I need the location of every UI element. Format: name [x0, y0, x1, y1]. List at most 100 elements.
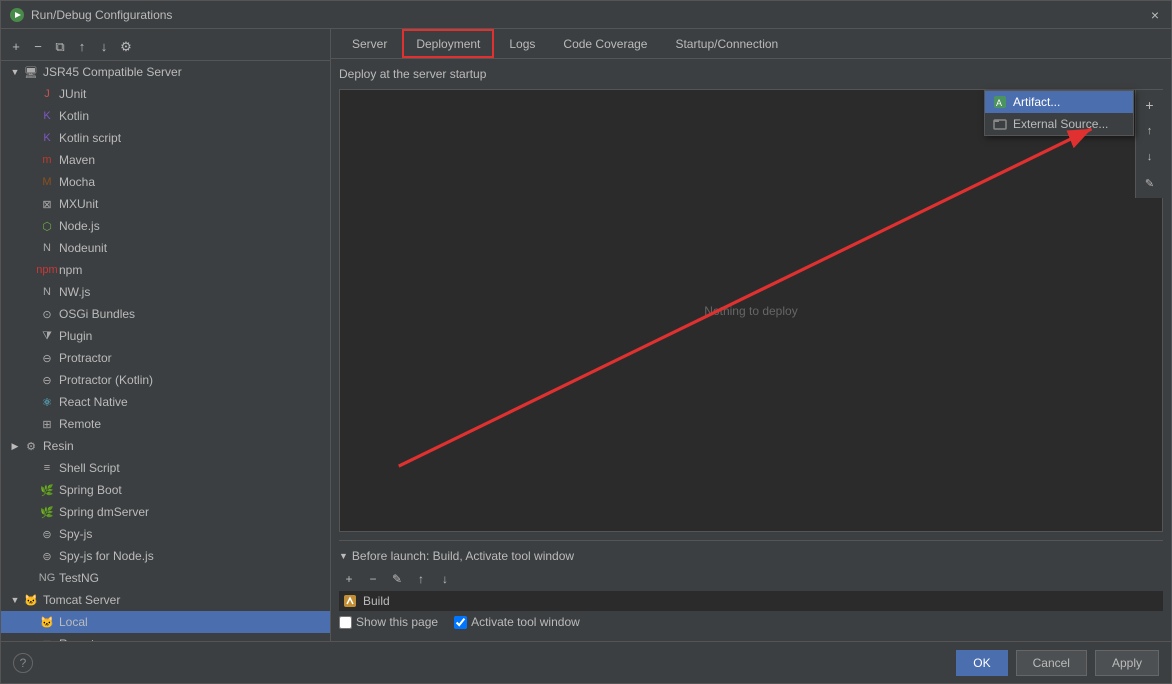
sidebar-item-kotlin-script[interactable]: KKotlin script [1, 127, 330, 149]
run-debug-icon [9, 7, 25, 23]
dialog-title: Run/Debug Configurations [31, 8, 172, 22]
sidebar-item-tomcat-server[interactable]: 🐱 Tomcat Server [1, 589, 330, 611]
before-launch-toggle[interactable]: ▼ [339, 551, 348, 561]
build-icon [343, 594, 357, 608]
sidebar: + − ⧉ ↑ ↓ ⚙ 🖥 JSR45 Compatible Server JJUn… [1, 29, 331, 641]
bl-up-button[interactable]: ↑ [411, 569, 431, 589]
item-icon-spring-dm: 🌿 [39, 504, 55, 520]
show-page-checkbox[interactable] [339, 616, 352, 629]
bl-add-button[interactable]: + [339, 569, 359, 589]
item-icon-protractor-kt: ⊖ [39, 372, 55, 388]
activate-window-checkbox[interactable] [454, 616, 467, 629]
sidebar-item-nodejs[interactable]: ⬡Node.js [1, 215, 330, 237]
deploy-add-button[interactable]: + [1139, 94, 1161, 116]
sidebar-item-maven[interactable]: mMaven [1, 149, 330, 171]
artifact-icon: A [993, 95, 1007, 109]
item-label-jsr45: JSR45 Compatible Server [43, 65, 182, 79]
item-label-tomcat-server: Tomcat Server [43, 593, 120, 607]
item-icon-react-native: ⚛ [39, 394, 55, 410]
sidebar-item-mxunit[interactable]: ⊠MXUnit [1, 193, 330, 215]
item-icon-local: 🐱 [39, 614, 55, 630]
sidebar-item-testng[interactable]: NGTestNG [1, 567, 330, 589]
copy-config-button[interactable]: ⧉ [51, 38, 69, 56]
sidebar-item-local[interactable]: 🐱Local [1, 611, 330, 633]
sidebar-item-spring-boot[interactable]: 🌿Spring Boot [1, 479, 330, 501]
sidebar-item-tomcat-remote[interactable]: ⊞Remote [1, 633, 330, 641]
deploy-scroll-down-button[interactable]: ↓ [1139, 146, 1161, 168]
add-config-button[interactable]: + [7, 38, 25, 56]
sidebar-item-junit[interactable]: JJUnit [1, 83, 330, 105]
sidebar-item-plugin[interactable]: ⧩Plugin [1, 325, 330, 347]
sidebar-item-protractor-kt[interactable]: ⊖Protractor (Kotlin) [1, 369, 330, 391]
settings-button[interactable]: ⚙ [117, 38, 135, 56]
tab-deployment[interactable]: Deployment [402, 29, 494, 58]
tree-arrow-resin[interactable] [9, 440, 21, 452]
tab-logs[interactable]: Logs [496, 29, 548, 58]
sidebar-item-spy-js[interactable]: ⊜Spy-js [1, 523, 330, 545]
main-content: Deploy at the server startup Nothing to … [331, 59, 1171, 641]
sidebar-item-shell-script[interactable]: ≡Shell Script [1, 457, 330, 479]
sort-down-button[interactable]: ↓ [95, 38, 113, 56]
sort-up-button[interactable]: ↑ [73, 38, 91, 56]
item-icon-maven: m [39, 152, 55, 168]
item-label-osgi: OSGi Bundles [59, 307, 135, 321]
dialog-window: Run/Debug Configurations × + − ⧉ ↑ ↓ ⚙ 🖥… [0, 0, 1172, 684]
sidebar-item-nodeunit[interactable]: N Nodeunit [1, 237, 330, 259]
before-launch-section: ▼ Before launch: Build, Activate tool wi… [339, 540, 1163, 633]
tree-arrow-jsr45[interactable] [9, 66, 21, 78]
apply-button[interactable]: Apply [1095, 650, 1159, 676]
item-icon-osgi: ⊙ [39, 306, 55, 322]
activate-window-label: Activate tool window [471, 615, 580, 629]
sidebar-item-protractor[interactable]: ⊖Protractor [1, 347, 330, 369]
item-label-testng: TestNG [59, 571, 99, 585]
item-icon-nodejs: ⬡ [39, 218, 55, 234]
bl-down-button[interactable]: ↓ [435, 569, 455, 589]
item-icon-nwjs: N [39, 284, 55, 300]
tab-startup-connection[interactable]: Startup/Connection [662, 29, 791, 58]
sidebar-item-spy-js-node[interactable]: ⊜Spy-js for Node.js [1, 545, 330, 567]
item-icon-kotlin: K [39, 108, 55, 124]
before-launch-label: Before launch: Build, Activate tool wind… [352, 549, 574, 563]
sidebar-item-npm[interactable]: npmnpm [1, 259, 330, 281]
sidebar-item-spring-dm[interactable]: 🌿Spring dmServer [1, 501, 330, 523]
ok-button[interactable]: OK [956, 650, 1007, 676]
sidebar-item-resin[interactable]: ⚙Resin [1, 435, 330, 457]
sidebar-item-react-native[interactable]: ⚛ React Native [1, 391, 330, 413]
show-page-checkbox-item: Show this page [339, 615, 438, 629]
deploy-dropdown-menu: A Artifact... External Source... [984, 90, 1134, 136]
cancel-button[interactable]: Cancel [1016, 650, 1087, 676]
sidebar-item-nwjs[interactable]: NNW.js [1, 281, 330, 303]
dropdown-artifact-item[interactable]: A Artifact... [985, 91, 1133, 113]
item-label-react-native: React Native [59, 395, 128, 409]
bl-remove-button[interactable]: − [363, 569, 383, 589]
help-button[interactable]: ? [13, 653, 33, 673]
remove-config-button[interactable]: − [29, 38, 47, 56]
tab-server[interactable]: Server [339, 29, 400, 58]
tab-code-coverage[interactable]: Code Coverage [550, 29, 660, 58]
before-launch-header: ▼ Before launch: Build, Activate tool wi… [339, 545, 1163, 567]
tree-arrow-tomcat-server[interactable] [9, 594, 21, 606]
item-icon-nodeunit: N [39, 240, 55, 256]
item-icon-jsr45: 🖥 [23, 64, 39, 80]
sidebar-item-jsr45[interactable]: 🖥 JSR45 Compatible Server [1, 61, 330, 83]
item-label-nodeunit: Nodeunit [59, 241, 107, 255]
deploy-edit-button[interactable]: ✎ [1139, 172, 1161, 194]
sidebar-item-osgi[interactable]: ⊙ OSGi Bundles [1, 303, 330, 325]
close-button[interactable]: × [1147, 7, 1163, 23]
dropdown-external-source-item[interactable]: External Source... [985, 113, 1133, 135]
item-label-protractor: Protractor [59, 351, 112, 365]
bl-edit-button[interactable]: ✎ [387, 569, 407, 589]
item-icon-spy-js-node: ⊜ [39, 548, 55, 564]
deploy-scroll-up-button[interactable]: ↑ [1139, 120, 1161, 142]
before-launch-toolbar: + − ✎ ↑ ↓ [339, 567, 1163, 591]
item-icon-tomcat-server: 🐱 [23, 592, 39, 608]
deploy-header: Deploy at the server startup [339, 67, 1163, 81]
item-label-remote: Remote [59, 417, 101, 431]
sidebar-toolbar: + − ⧉ ↑ ↓ ⚙ [1, 33, 330, 61]
sidebar-item-kotlin[interactable]: KKotlin [1, 105, 330, 127]
sidebar-item-mocha[interactable]: MMocha [1, 171, 330, 193]
item-icon-kotlin-script: K [39, 130, 55, 146]
item-label-spring-boot: Spring Boot [59, 483, 122, 497]
sidebar-item-remote[interactable]: ⊞Remote [1, 413, 330, 435]
title-bar: Run/Debug Configurations × [1, 1, 1171, 29]
